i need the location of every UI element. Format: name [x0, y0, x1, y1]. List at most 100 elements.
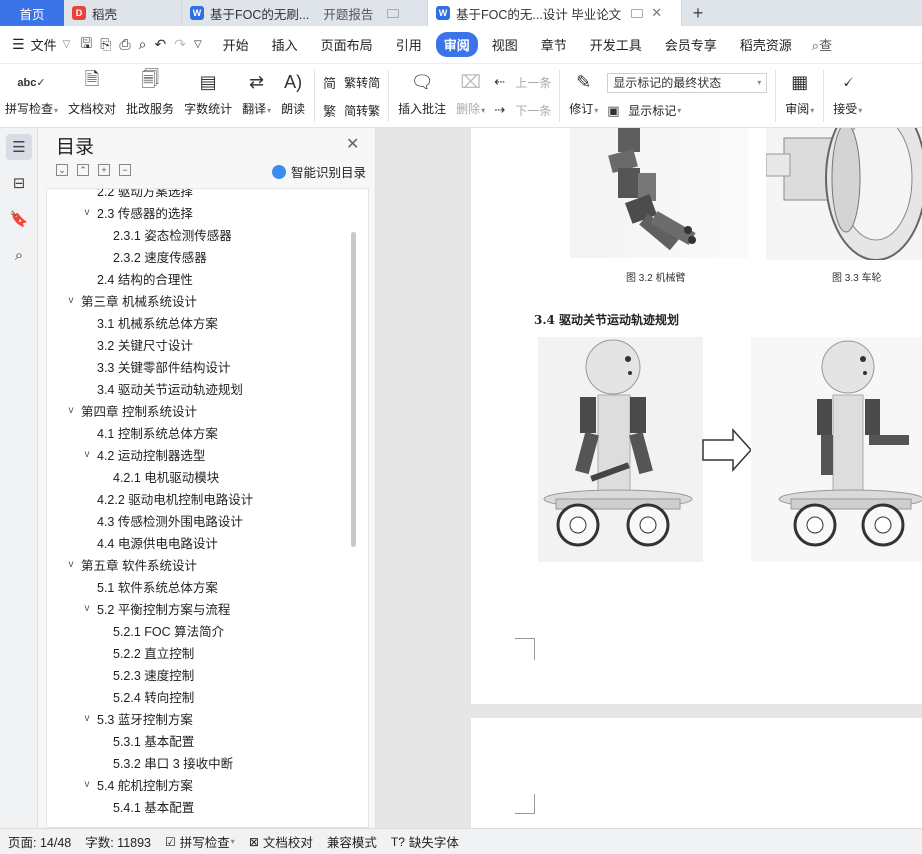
search-icon[interactable]: ⌕ [6, 242, 32, 268]
batch-service-button[interactable]: 🗐 批改服务 [121, 68, 179, 124]
chevron-down-icon[interactable]: v [65, 295, 77, 306]
toc-item[interactable]: v 5.4 舵机控制方案 [81, 773, 193, 795]
chapter-nav-icon[interactable]: ⊟ [6, 170, 32, 196]
missing-font[interactable]: T? 缺失字体 [391, 832, 459, 851]
delete-comment-button[interactable]: ⌧ 删除▾ [451, 68, 490, 124]
trad-to-simp-button[interactable]: 简繁转简 [323, 73, 380, 92]
chevron-down-icon[interactable]: v [81, 713, 93, 724]
collapse-all-icon[interactable]: ⌄ [56, 164, 68, 176]
menu-section[interactable]: 章节 [532, 32, 576, 57]
document-area[interactable]: 图 3.2 机械臂 图 3.3 车轮 3.4 驱动关节运动轨迹规划 [376, 128, 922, 828]
menu-references[interactable]: 引用 [387, 32, 431, 57]
expand-all-icon[interactable]: ⌃ [77, 164, 89, 176]
toc-item[interactable]: v 第三章 机械系统设计 [65, 289, 197, 311]
add-item-icon[interactable]: + [98, 164, 110, 176]
word-count[interactable]: 字数: 11893 [85, 832, 151, 851]
close-icon[interactable]: ✕ [346, 134, 359, 154]
toc-item[interactable]: 3.1 机械系统总体方案 [81, 311, 218, 333]
toc-item[interactable]: 5.2.1 FOC 算法简介 [97, 619, 224, 641]
chevron-down-icon[interactable]: v [81, 779, 93, 790]
next-comment-button[interactable]: ⇢ 下一条 [494, 102, 551, 119]
menu-developer[interactable]: 开发工具 [581, 32, 651, 57]
new-tab-button[interactable]: + [682, 0, 714, 26]
toc-item[interactable]: v 第四章 控制系统设计 [65, 399, 197, 421]
page-indicator[interactable]: 页面: 14/48 [8, 832, 71, 851]
toc-item[interactable]: 2.2 驱动方案选择 [81, 189, 193, 201]
toc-item[interactable]: 5.2.3 速度控制 [97, 663, 194, 685]
toc-item[interactable]: 5.4.1 基本配置 [97, 795, 194, 817]
print-icon[interactable]: ⎙ [119, 36, 130, 53]
remove-item-icon[interactable]: − [119, 164, 131, 176]
toc-item[interactable]: 5.2.4 转向控制 [97, 685, 194, 707]
tab-docer[interactable]: D 稻壳 [64, 0, 182, 26]
document-page[interactable]: 图 3.2 机械臂 图 3.3 车轮 3.4 驱动关节运动轨迹规划 [471, 128, 922, 704]
compat-mode[interactable]: 兼容模式 [327, 832, 377, 851]
read-aloud-button[interactable]: A) 朗读 [276, 68, 310, 124]
chevron-down-icon[interactable]: v [81, 603, 93, 614]
tab-proposal[interactable]: W 基于FOC的无刷... 开题报告 [182, 0, 428, 26]
translate-button[interactable]: ⇄ 翻译▾ [237, 68, 276, 124]
chevron-down-icon[interactable]: v [65, 559, 77, 570]
menu-review[interactable]: 审阅 [435, 32, 478, 57]
menu-start[interactable]: 开始 [214, 32, 258, 57]
chevron-down-icon[interactable]: v [81, 449, 93, 460]
simp-to-trad-button[interactable]: 繁简转繁 [323, 101, 380, 120]
chevron-down-icon[interactable]: v [65, 405, 77, 416]
chevron-down-icon[interactable]: v [81, 207, 93, 218]
toc-item[interactable]: v 第五章 软件系统设计 [65, 553, 197, 575]
undo-icon[interactable]: ↶ [154, 36, 166, 53]
tab-thesis[interactable]: W 基于FOC的无...设计 毕业论文 ✕ [428, 0, 682, 26]
file-menu[interactable]: ☰ 文件 ▽ [12, 35, 70, 54]
status-spell-check[interactable]: ☑ 拼写检查 ▾ [165, 832, 235, 851]
word-count-button[interactable]: ▤ 字数统计 [179, 68, 237, 124]
toc-item[interactable]: 3.4 驱动关节运动轨迹规划 [81, 377, 243, 399]
toc-panel-icon[interactable]: ☰ [6, 134, 32, 160]
toc-item[interactable]: 5.1 软件系统总体方案 [81, 575, 218, 597]
toc-item[interactable]: 4.2.1 电机驱动模块 [97, 465, 219, 487]
save-icon[interactable]: 🖫 [80, 33, 92, 57]
status-doc-check[interactable]: ⊠ 文档校对 [249, 832, 313, 851]
accept-button[interactable]: 🗸 接受▾ [828, 68, 867, 124]
doc-check-button[interactable]: 🗎 文档校对 [63, 68, 121, 124]
toc-item[interactable]: 5.2.2 直立控制 [97, 641, 194, 663]
markup-state-select[interactable]: 显示标记的最终状态 ▾ [607, 72, 768, 93]
search-box[interactable]: ⌕查 [812, 35, 832, 54]
toc-item[interactable]: 2.4 结构的合理性 [81, 267, 193, 289]
customize-icon[interactable]: ▽ [194, 39, 202, 50]
toc-item[interactable]: 5.3.1 基本配置 [97, 729, 194, 751]
toc-item[interactable]: 3.3 关键零部件结构设计 [81, 355, 230, 377]
close-tab-icon[interactable]: ✕ [651, 5, 662, 21]
toc-item[interactable]: 4.3 传感检测外围电路设计 [81, 509, 243, 531]
toc-item[interactable]: 2.3.2 速度传感器 [97, 245, 207, 267]
toc-item[interactable]: 4.1 控制系统总体方案 [81, 421, 218, 443]
toc-scrollbar[interactable] [351, 232, 356, 547]
smart-toc-button[interactable]: 智能识别目录 [272, 162, 366, 181]
status-bar: 页面: 14/48 字数: 11893 ☑ 拼写检查 ▾ ⊠ 文档校对 兼容模式 T?… [0, 828, 922, 854]
toc-item[interactable]: v 5.2 平衡控制方案与流程 [81, 597, 231, 619]
review-pane-button[interactable]: ▦ 审阅▾ [780, 68, 819, 124]
redo-icon[interactable]: ↷ [174, 36, 186, 53]
menu-insert[interactable]: 插入 [263, 32, 307, 57]
menu-member[interactable]: 会员专享 [656, 32, 726, 57]
toc-item[interactable]: 2.3.1 姿态检测传感器 [97, 223, 232, 245]
show-markup-button[interactable]: ▣ 显示标记 ▾ [607, 102, 767, 119]
prev-comment-button[interactable]: ⇠ 上一条 [494, 74, 551, 91]
toc-item[interactable]: v 4.2 运动控制器选型 [81, 443, 206, 465]
bookmark-icon[interactable]: 🔖 [6, 206, 32, 232]
print-preview-icon[interactable]: ⌕ [139, 36, 147, 53]
toc-item[interactable]: 4.2.2 驱动电机控制电路设计 [81, 487, 253, 509]
tab-home[interactable]: 首页 [0, 0, 64, 26]
export-icon[interactable]: ⎘ [100, 36, 111, 53]
menu-docer-resources[interactable]: 稻壳资源 [731, 32, 801, 57]
toc-item[interactable]: 4.4 电源供电电路设计 [81, 531, 218, 553]
insert-comment-button[interactable]: 🗨 插入批注 [393, 68, 451, 124]
track-changes-button[interactable]: ✎ 修订▾ [564, 68, 603, 124]
toc-item[interactable]: 5.3.2 串口 3 接收中断 [97, 751, 233, 773]
toc-item[interactable]: v 2.3 传感器的选择 [81, 201, 193, 223]
spell-check-button[interactable]: abc✓ 拼写检查▾ [0, 68, 63, 124]
document-page-next[interactable] [471, 718, 922, 828]
menu-layout[interactable]: 页面布局 [312, 32, 382, 57]
menu-view[interactable]: 视图 [483, 32, 527, 57]
toc-item[interactable]: v 5.3 蓝牙控制方案 [81, 707, 193, 729]
toc-item[interactable]: 3.2 关键尺寸设计 [81, 333, 193, 355]
